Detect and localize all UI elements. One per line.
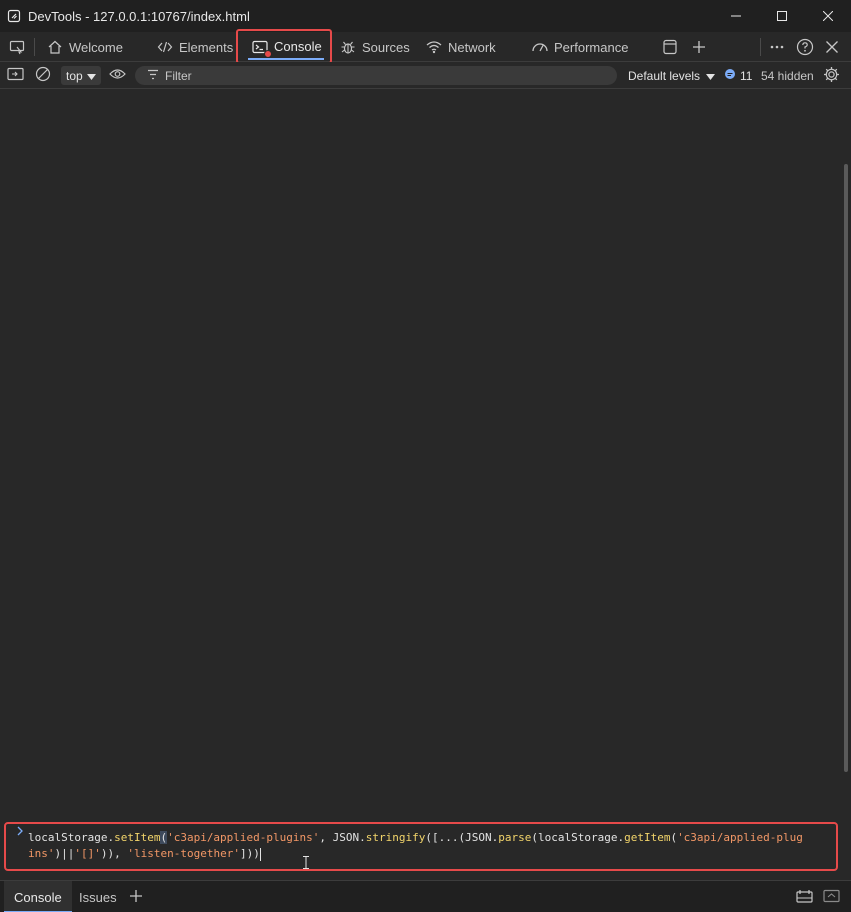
dock-drawer-button[interactable]	[796, 881, 813, 912]
panel-icon	[661, 38, 679, 56]
code-token: stringify	[365, 831, 426, 844]
console-settings-button[interactable]	[823, 62, 840, 89]
maximize-button[interactable]	[759, 0, 805, 32]
error-badge-icon	[264, 49, 272, 58]
active-tab-indicator	[248, 58, 324, 60]
code-token: (localStorage.	[531, 831, 625, 844]
code-token: )),	[100, 847, 128, 860]
console-output[interactable]	[0, 89, 851, 820]
sidebar-toggle-icon	[7, 67, 24, 84]
code-token: ]))	[239, 847, 260, 860]
close-icon	[823, 11, 833, 21]
drawer-add-tab-button[interactable]	[129, 881, 143, 912]
tab-label: Performance	[554, 39, 629, 55]
code-token: )||	[54, 847, 75, 860]
plus-icon	[690, 38, 708, 56]
tab-label: Elements	[179, 39, 234, 55]
minimize-drawer-icon	[823, 889, 840, 906]
message-bubble-icon	[724, 68, 736, 83]
context-select[interactable]: top	[61, 66, 101, 85]
filter-icon	[147, 69, 159, 83]
close-window-button[interactable]	[805, 0, 851, 32]
more-panels-button[interactable]	[661, 32, 679, 62]
close-drawer-button[interactable]	[823, 881, 840, 912]
minimize-button[interactable]	[713, 0, 759, 32]
title-bar: DevTools - 127.0.0.1:10767/index.html	[0, 0, 851, 32]
code-token: localStorage.	[28, 831, 115, 844]
code-token: setItem	[114, 831, 161, 844]
tab-separator	[34, 38, 35, 56]
console-prompt[interactable]: localStorage.setItem('c3api/applied-plug…	[4, 822, 838, 871]
code-token: , JSON.	[319, 831, 366, 844]
drawer-tab-bar: Console Issues	[0, 880, 851, 912]
window-title: DevTools - 127.0.0.1:10767/index.html	[28, 8, 250, 24]
plus-icon	[129, 889, 143, 906]
devtools-app-icon	[6, 8, 22, 24]
toggle-device-toolbar-button[interactable]	[8, 32, 26, 62]
ibeam-cursor-icon	[302, 856, 310, 869]
more-horizontal-icon	[768, 38, 786, 56]
filter-placeholder: Filter	[165, 68, 192, 83]
prompt-chevron-icon	[16, 826, 24, 839]
tab-label: Sources	[362, 39, 410, 55]
eye-icon	[109, 67, 126, 84]
text-cursor	[259, 847, 261, 861]
tab-sources[interactable]: Sources	[339, 32, 410, 62]
prompt-code[interactable]: localStorage.setItem('c3api/applied-plug…	[28, 830, 808, 862]
help-icon	[796, 38, 814, 56]
hidden-count: 54 hidden	[761, 68, 814, 83]
tab-separator	[760, 38, 761, 56]
filter-input[interactable]: Filter	[135, 66, 617, 85]
wifi-icon	[425, 38, 443, 56]
tab-label: Welcome	[69, 39, 123, 55]
clear-console-button[interactable]	[35, 62, 51, 89]
code-icon	[156, 38, 174, 56]
tab-performance[interactable]: Performance	[531, 32, 628, 62]
gauge-icon	[531, 38, 549, 56]
customize-menu-button[interactable]	[768, 32, 786, 62]
help-button[interactable]	[796, 32, 814, 62]
message-count-badge[interactable]: 11	[724, 62, 752, 89]
dock-icon	[796, 889, 813, 906]
code-token: getItem	[624, 831, 671, 844]
tab-welcome[interactable]: Welcome	[46, 32, 123, 62]
close-devtools-button[interactable]	[823, 32, 841, 62]
show-sidebar-button[interactable]	[7, 62, 24, 89]
inspect-device-icon	[8, 38, 26, 56]
gear-icon	[823, 66, 840, 86]
dropdown-arrow-icon	[86, 69, 96, 83]
live-expression-button[interactable]	[109, 62, 126, 89]
bug-icon	[339, 38, 357, 56]
code-token: '[]'	[74, 847, 101, 860]
drawer-tab-issues[interactable]: Issues	[79, 881, 117, 912]
home-icon	[46, 38, 64, 56]
clear-icon	[35, 66, 51, 85]
console-toolbar: top Filter Default levels 11 54 hidden	[0, 62, 851, 89]
code-token: 'listen-together'	[127, 847, 240, 860]
drawer-tab-label: Console	[14, 889, 62, 905]
tab-label: Console	[274, 39, 322, 54]
dropdown-arrow-icon	[706, 69, 716, 83]
code-token: ([...(JSON.	[425, 831, 499, 844]
add-tool-button[interactable]	[690, 32, 708, 62]
code-token: parse	[498, 831, 532, 844]
minimize-icon	[731, 15, 741, 17]
drawer-tab-label: Issues	[79, 889, 117, 905]
console-icon	[251, 38, 272, 58]
close-icon	[823, 38, 841, 56]
tab-label: Network	[448, 39, 496, 55]
message-count: 11	[740, 68, 753, 83]
panel-tab-bar: Welcome Elements Console Sources Network…	[0, 29, 851, 64]
context-value: top	[66, 68, 83, 83]
scrollbar-thumb[interactable]	[844, 164, 848, 772]
tab-elements[interactable]: Elements	[156, 32, 233, 62]
maximize-icon	[777, 11, 787, 21]
tab-network[interactable]: Network	[425, 32, 496, 62]
drawer-tab-console[interactable]: Console	[4, 881, 72, 912]
code-token: 'c3api/applied-plugins'	[167, 831, 320, 844]
log-levels-dropdown[interactable]: Default levels	[628, 62, 716, 89]
levels-label: Default levels	[628, 68, 701, 83]
